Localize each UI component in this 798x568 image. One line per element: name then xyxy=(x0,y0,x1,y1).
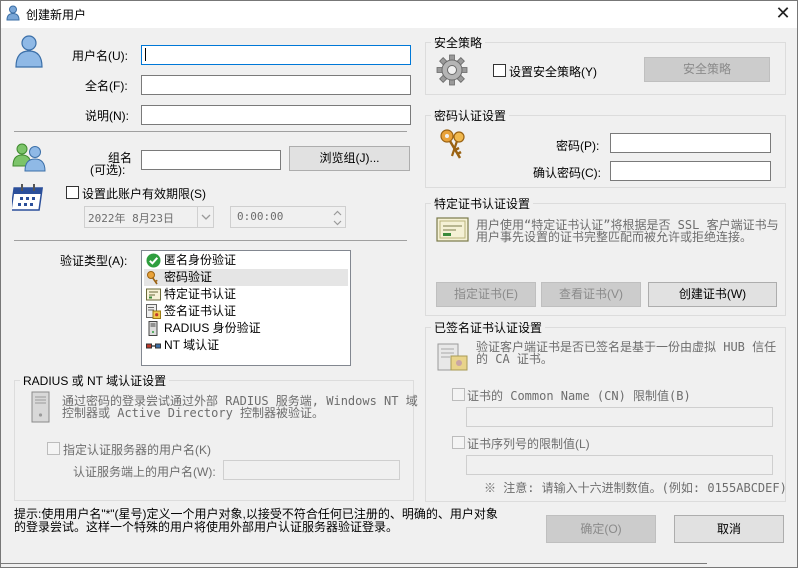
separator xyxy=(14,240,407,241)
check-circle-icon xyxy=(146,253,161,268)
signed-certificate-icon xyxy=(437,343,468,371)
cn-limit-label: 证书的 Common Name (CN) 限制值(B) xyxy=(467,389,691,403)
expiry-time-picker[interactable]: 0:00:00 xyxy=(230,206,346,228)
group-input[interactable] xyxy=(141,150,281,170)
expiry-time-value: 0:00:00 xyxy=(237,210,284,223)
hex-note: ※ 注意: 请输入十六进制数值。(例如: 0155ABCDEF) xyxy=(484,481,787,495)
password-auth-title: 密码认证设置 xyxy=(431,107,510,124)
security-policy-checkbox-label: 设置安全策略(Y) xyxy=(509,65,597,79)
time-down-button[interactable] xyxy=(330,217,345,227)
browse-group-button[interactable]: 浏览组(J)... xyxy=(289,146,410,171)
description-label: 说明(N): xyxy=(85,109,129,123)
cert-auth-description-line2: 用户事先设置的证书完整匹配而被允许或拒绝连接。 xyxy=(476,230,753,244)
calendar-icon xyxy=(12,184,44,211)
keys-icon xyxy=(147,271,158,285)
auth-item-anonymous[interactable]: 匿名身份验证 xyxy=(144,252,348,269)
user-large-icon xyxy=(15,35,43,68)
server-tower-icon xyxy=(31,391,50,423)
auth-type-list[interactable]: 匿名身份验证 密码验证 特定证书认证 签名证书认证 RADIUS 身份验证 NT… xyxy=(141,250,351,366)
specify-server-username-checkbox[interactable] xyxy=(47,442,60,455)
confirm-password-label: 确认密码(C): xyxy=(533,166,601,180)
specify-cert-button[interactable]: 指定证书(E) xyxy=(436,282,536,307)
window-title: 创建新用户 xyxy=(26,8,87,22)
server-username-input[interactable] xyxy=(223,460,400,480)
hint-line2: 的登录尝试。这样一个特殊的用户将使用外部用户认证服务器验证登录。 xyxy=(14,520,399,534)
gear-icon xyxy=(436,54,468,86)
security-policy-checkbox[interactable] xyxy=(493,64,506,77)
cancel-button[interactable]: 取消 xyxy=(674,515,784,543)
radius-description-line2: 控制器或 Active Directory 控制器被验证。 xyxy=(62,406,325,420)
signed-cert-title: 已签名证书认证设置 xyxy=(431,319,546,336)
confirm-password-input[interactable] xyxy=(610,161,771,181)
password-label: 密码(P): xyxy=(556,139,600,153)
network-icon xyxy=(146,343,161,349)
cn-limit-checkbox[interactable] xyxy=(452,388,465,401)
server-username-label: 认证服务端上的用户名(W): xyxy=(73,465,216,479)
expiry-date-picker[interactable]: 2022年 8月23日 xyxy=(84,206,214,228)
security-policy-button[interactable]: 安全策略 xyxy=(644,57,770,82)
auth-item-signed-certificate[interactable]: 签名证书认证 xyxy=(144,303,348,320)
radius-group-title: RADIUS 或 NT 域认证设置 xyxy=(20,372,170,389)
signed-certificate-icon xyxy=(146,304,161,319)
serial-limit-checkbox[interactable] xyxy=(452,436,465,449)
description-input[interactable] xyxy=(141,105,411,125)
auth-item-password[interactable]: 密码验证 xyxy=(144,269,348,286)
create-cert-button[interactable]: 创建证书(W) xyxy=(648,282,777,307)
expiry-date-value: 2022年 8月23日 xyxy=(88,212,174,225)
calendar-dropdown-button[interactable] xyxy=(197,206,213,228)
username-input[interactable] xyxy=(141,45,411,65)
server-icon xyxy=(148,321,158,336)
text-cursor xyxy=(145,48,146,61)
auth-item-certificate[interactable]: 特定证书认证 xyxy=(144,286,348,303)
specify-server-username-label: 指定认证服务器的用户名(K) xyxy=(63,443,211,457)
chevron-down-icon xyxy=(333,220,342,226)
chevron-down-icon xyxy=(201,214,211,220)
cn-limit-input[interactable] xyxy=(466,407,773,427)
keys-icon xyxy=(440,129,465,159)
serial-limit-input[interactable] xyxy=(466,455,773,475)
expiry-checkbox-label: 设置此账户有效期限(S) xyxy=(82,187,206,201)
view-cert-button[interactable]: 查看证书(V) xyxy=(541,282,641,307)
certificate-icon xyxy=(436,217,469,242)
user-icon xyxy=(6,5,20,21)
certificate-icon xyxy=(146,288,161,301)
group-optional-label: (可选): xyxy=(90,163,126,177)
title-bar xyxy=(0,0,798,28)
password-input[interactable] xyxy=(610,133,771,153)
ok-button[interactable]: 确定(O) xyxy=(546,515,656,543)
close-button[interactable]: ✕ xyxy=(770,2,796,26)
auth-item-nt-domain[interactable]: NT 域认证 xyxy=(144,337,348,354)
window-bottom-edge xyxy=(0,563,707,564)
separator xyxy=(14,131,407,132)
fullname-input[interactable] xyxy=(141,75,411,95)
fullname-label: 全名(F): xyxy=(85,79,128,93)
expiry-checkbox[interactable] xyxy=(66,186,79,199)
auth-type-label: 验证类型(A): xyxy=(60,254,128,268)
signed-cert-description-line2: 的 CA 证书。 xyxy=(476,352,553,366)
username-label: 用户名(U): xyxy=(72,49,128,63)
security-policy-title: 安全策略 xyxy=(431,34,486,51)
group-icon xyxy=(12,143,46,172)
auth-item-radius[interactable]: RADIUS 身份验证 xyxy=(144,320,348,337)
time-up-button[interactable] xyxy=(330,207,345,217)
serial-limit-label: 证书序列号的限制值(L) xyxy=(467,437,590,451)
cert-auth-title: 特定证书认证设置 xyxy=(431,195,534,212)
